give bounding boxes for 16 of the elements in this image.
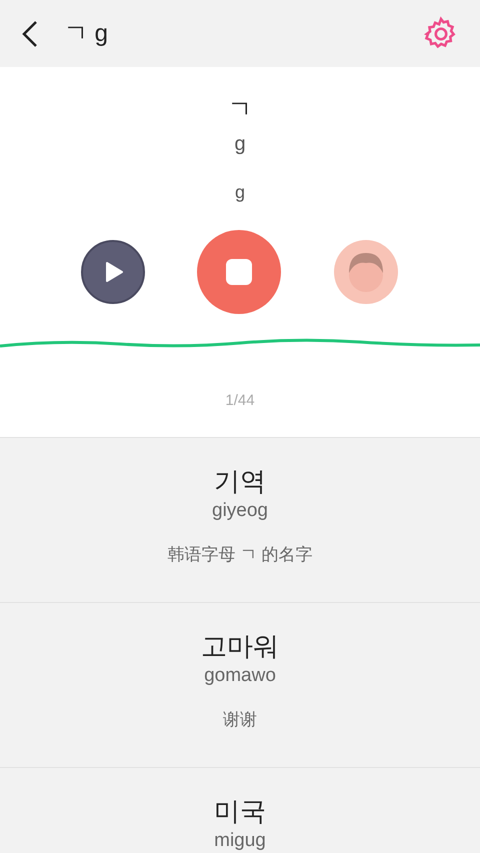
word-meaning: 谢谢 <box>223 709 257 731</box>
word-meaning: 韩语字母 ㄱ 的名字 <box>167 544 313 566</box>
word-romanization: giyeog <box>212 499 268 523</box>
korean-letter: ㄱ <box>228 95 252 125</box>
back-icon[interactable] <box>20 18 40 48</box>
page-title: ㄱ g <box>64 18 108 48</box>
stop-icon <box>226 259 252 285</box>
romanization: g <box>234 132 246 157</box>
pronunciation: g <box>234 181 245 204</box>
word-romanization: gomawo <box>204 664 276 688</box>
page-counter: 1/44 <box>225 391 255 411</box>
korean-word: 기역 <box>214 465 266 498</box>
korean-word: 고마워 <box>201 630 279 663</box>
korean-word: 미국 <box>214 795 266 828</box>
word-romanization: migug <box>214 829 266 853</box>
avatar[interactable] <box>333 239 399 305</box>
